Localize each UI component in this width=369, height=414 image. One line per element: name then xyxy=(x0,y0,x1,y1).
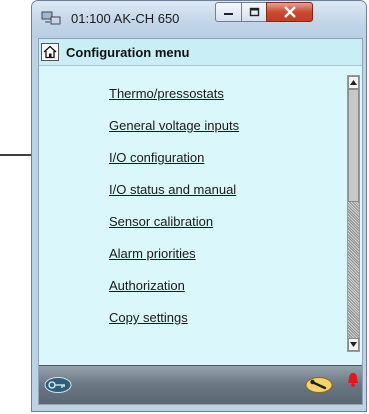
scroll-up-button[interactable] xyxy=(348,76,359,89)
home-button[interactable] xyxy=(41,43,59,61)
app-window: 01:100 AK-CH 650 Configuration menu Ther… xyxy=(31,0,367,412)
close-icon xyxy=(283,6,296,18)
scroll-thumb[interactable] xyxy=(348,89,359,202)
menu-item-alarm-priorities[interactable]: Alarm priorities xyxy=(109,246,196,261)
configuration-panel: Configuration menu Thermo/pressostats Ge… xyxy=(38,38,363,405)
menu-item-authorization[interactable]: Authorization xyxy=(109,278,185,293)
arrow-down-icon xyxy=(350,342,357,347)
menu-item-thermo-pressostats[interactable]: Thermo/pressostats xyxy=(109,86,224,101)
maximize-button[interactable] xyxy=(241,2,267,22)
arrow-up-icon xyxy=(350,80,357,85)
network-computer-icon xyxy=(41,11,61,25)
window-title: 01:100 AK-CH 650 xyxy=(71,11,180,26)
menu-item-io-status-and-manual[interactable]: I/O status and manual xyxy=(109,182,236,197)
home-icon xyxy=(43,45,57,59)
menu-item-copy-settings[interactable]: Copy settings xyxy=(109,310,188,325)
maximize-icon xyxy=(249,7,259,17)
minimize-icon xyxy=(224,13,233,15)
status-bar xyxy=(39,365,362,404)
minimize-button[interactable] xyxy=(215,2,242,22)
menu-list: Thermo/pressostats General voltage input… xyxy=(39,65,342,365)
vertical-scrollbar[interactable] xyxy=(347,75,360,352)
menu-header: Configuration menu xyxy=(39,39,362,66)
scroll-down-button[interactable] xyxy=(348,338,359,351)
title-bar: 01:100 AK-CH 650 xyxy=(32,1,366,38)
menu-item-general-voltage-inputs[interactable]: General voltage inputs xyxy=(109,118,239,133)
key-lock-icon[interactable] xyxy=(43,376,73,394)
menu-item-sensor-calibration[interactable]: Sensor calibration xyxy=(109,214,213,229)
menu-item-io-configuration[interactable]: I/O configuration xyxy=(109,150,204,165)
menu-title: Configuration menu xyxy=(66,45,190,60)
close-button[interactable] xyxy=(266,2,313,22)
alarm-bell-icon[interactable] xyxy=(345,372,361,388)
wrench-icon[interactable] xyxy=(304,376,334,394)
